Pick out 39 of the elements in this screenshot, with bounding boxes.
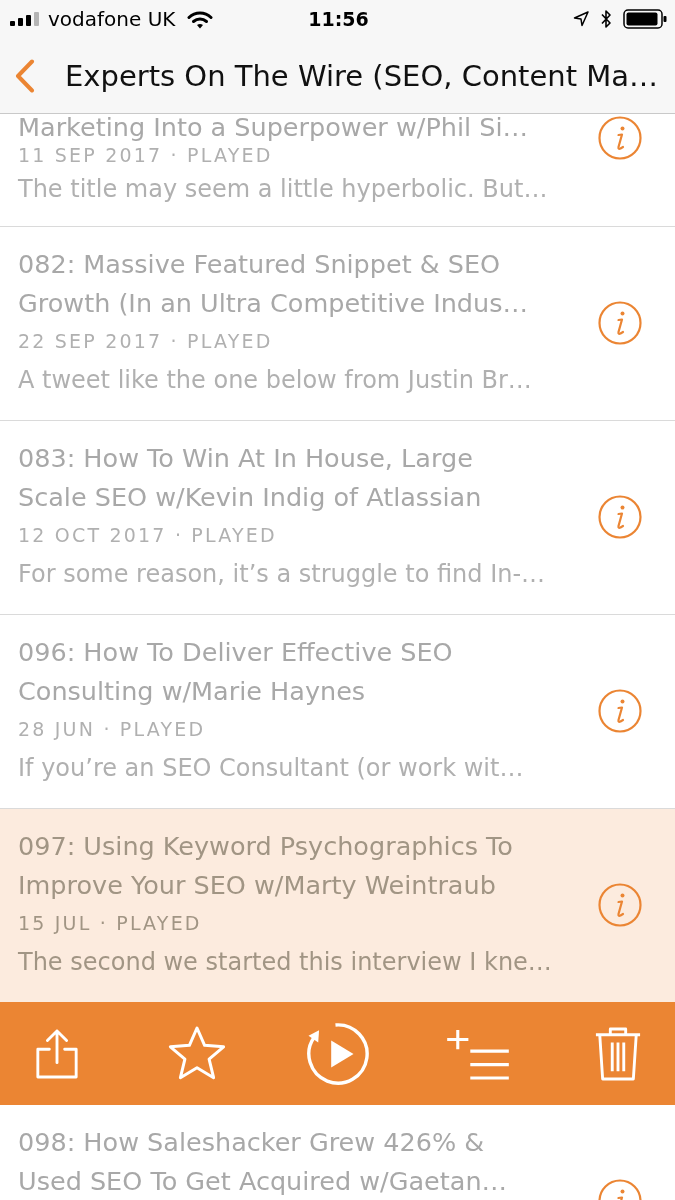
episode-row[interactable]: 097: Using Keyword Psychographics To Improve Your SEO w/Marty Weintraub 15 JUL · PLAYED The second we started this interview I kne…	[0, 809, 675, 1002]
carrier-name: vodafone UK	[48, 7, 176, 31]
location-arrow-icon	[573, 11, 589, 27]
episode-title: 082: Massive Featured Snippet & SEO Growth (In an Ultra Competitive Indus…	[18, 248, 529, 320]
episode-date-status: 15 JUL · PLAYED	[18, 911, 203, 936]
info-icon[interactable]	[598, 301, 642, 345]
episode-date-status: 12 OCT 2017 · PLAYED	[18, 523, 278, 548]
episode-row[interactable]: Marketing Into a Superpower w/Phil Si… 11 SEP 2017 · PLAYED The title may seem a little hyperbolic. But…	[0, 114, 675, 227]
episode-title: 096: How To Deliver Effective SEO Consulting w/Marie Haynes	[18, 636, 454, 708]
add-to-queue-icon[interactable]	[444, 1027, 511, 1080]
episode-excerpt: The second we started this interview I kne…	[18, 947, 553, 978]
episode-date-status: 22 SEP 2017 · PLAYED	[18, 329, 274, 354]
signal-icon	[10, 12, 40, 26]
info-icon[interactable]	[598, 689, 642, 733]
trash-icon[interactable]	[594, 1025, 642, 1082]
bluetooth-icon	[600, 9, 612, 29]
clock-time: 11:56	[308, 8, 369, 30]
back-chevron-icon[interactable]	[15, 58, 35, 93]
episode-excerpt: For some reason, it’s a struggle to find In-…	[18, 559, 547, 590]
episode-row[interactable]: 098: How Saleshacker Grew 426% & Used SEO To Get Acquired w/Gaetan…	[0, 1105, 675, 1200]
episode-row[interactable]: 083: How To Win At In House, Large Scale SEO w/Kevin Indig of Atlassian 12 OCT 2017 · PLAYED For some reason, it’s a struggle to find In-…	[0, 421, 675, 615]
replay-play-icon[interactable]	[304, 1020, 371, 1087]
share-icon[interactable]	[34, 1027, 80, 1080]
episode-title: 098: How Saleshacker Grew 426% & Used SEO To Get Acquired w/Gaetan…	[18, 1126, 509, 1198]
episode-excerpt: If you’re an SEO Consultant (or work wit…	[18, 753, 525, 784]
info-icon[interactable]	[598, 883, 642, 927]
wifi-icon	[187, 9, 214, 29]
battery-icon	[623, 9, 667, 29]
episode-row[interactable]: 082: Massive Featured Snippet & SEO Growth (In an Ultra Competitive Indus… 22 SEP 2017 · PLAYED A tweet like the one below from Justin Br…	[0, 227, 675, 421]
episode-title: Marketing Into a Superpower w/Phil Si…	[18, 114, 529, 140]
info-icon[interactable]	[598, 116, 642, 160]
episode-excerpt: The title may seem a little hyperbolic. But…	[18, 174, 549, 205]
episode-date-status: 28 JUN · PLAYED	[18, 717, 207, 742]
episode-title: 083: How To Win At In House, Large Scale SEO w/Kevin Indig of Atlassian	[18, 442, 483, 514]
podcast-title: Experts On The Wire (SEO, Content Ma…	[65, 58, 659, 93]
episode-date-status: 11 SEP 2017 · PLAYED	[18, 143, 274, 168]
episode-excerpt: A tweet like the one below from Justin Br…	[18, 365, 533, 396]
info-icon[interactable]	[598, 495, 642, 539]
episode-title: 097: Using Keyword Psychographics To Improve Your SEO w/Marty Weintraub	[18, 830, 514, 902]
